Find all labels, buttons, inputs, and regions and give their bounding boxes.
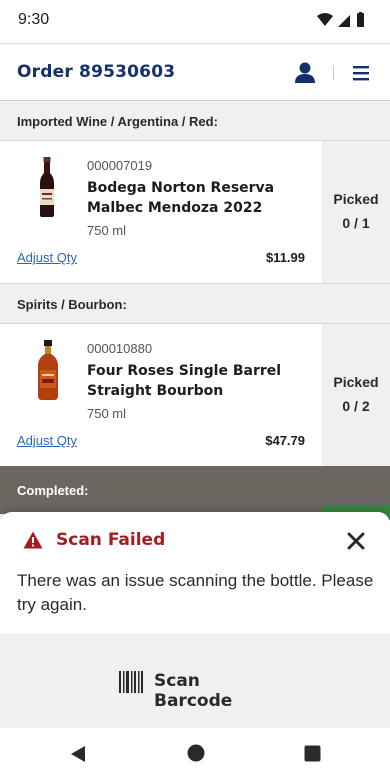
section-title: Imported Wine / Argentina / Red: [17,114,218,129]
item-sku: 000007019 [87,158,153,173]
adjust-qty-link[interactable]: Adjust Qty [17,250,77,265]
picked-count: 0 / 2 [342,398,370,414]
wifi-icon [317,13,333,26]
section-header: Imported Wine / Argentina / Red: [0,101,390,141]
toast-message: There was an issue scanning the bottle. … [17,571,374,614]
status-time: 9:30 [18,11,50,28]
battery-icon [357,12,364,27]
scan-barcode-label: Scan Barcode [154,671,233,711]
barcode-icon [118,671,144,693]
back-icon[interactable] [69,745,87,763]
picked-status: Picked 0 / 1 [322,141,390,283]
menu-icon[interactable] [350,64,372,82]
item-size: 750 ml [87,223,127,238]
item-price: $47.79 [265,433,305,448]
list-item: 000007019 Bodega Norton Reserva Malbec M… [0,141,390,284]
system-nav-bar [0,728,390,779]
item-price: $11.99 [265,250,305,265]
section-header: Spirits / Bourbon: [0,284,390,324]
picked-status: Picked 0 / 2 [322,324,390,466]
completed-title: Completed: [17,483,89,498]
header-divider [333,66,334,80]
status-icons [316,12,376,30]
order-title: Order 89530603 [17,62,176,82]
wine-bottle-image [30,157,64,219]
item-name: Bodega Norton Reserva Malbec Mendoza 202… [87,180,275,216]
app-header: Order 89530603 [0,43,390,101]
scan-area: Scan Barcode [0,634,390,728]
user-icon[interactable] [292,61,318,85]
item-size: 750 ml [87,406,127,421]
list-item: 000010880 Four Roses Single Barrel Strai… [0,324,390,467]
scan-failed-toast: Scan Failed There was an issue scanning … [0,512,390,634]
picked-label: Picked [333,374,379,390]
scan-barcode-button[interactable]: Scan Barcode [118,670,278,711]
recents-icon[interactable] [304,745,321,762]
signal-icon [338,15,350,27]
status-bar: 9:30 [0,0,390,42]
picked-count: 0 / 1 [342,215,370,231]
home-icon[interactable] [187,744,205,762]
toast-title: Scan Failed [56,530,166,550]
warning-icon [23,531,43,549]
item-sku: 000010880 [87,341,153,356]
bourbon-bottle-image [30,340,66,402]
adjust-qty-link[interactable]: Adjust Qty [17,433,77,448]
close-icon[interactable] [347,532,365,550]
picked-label: Picked [333,191,379,207]
item-name: Four Roses Single Barrel Straight Bourbo… [87,363,282,399]
section-title: Spirits / Bourbon: [17,297,127,312]
